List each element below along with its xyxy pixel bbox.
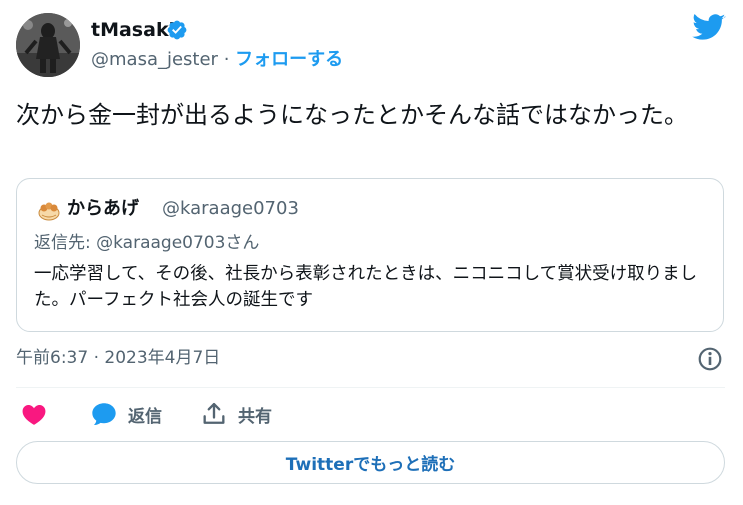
read-more-label: Twitterでもっと読む [285,455,456,475]
tweet-timestamp[interactable]: 午前6:37 · 2023年4月7日 [16,346,220,370]
separator: · [223,49,230,70]
reply-button[interactable]: 返信 [90,400,162,428]
twitter-bird-icon[interactable] [692,14,726,42]
verified-badge-icon [167,20,187,40]
share-button[interactable]: 共有 [200,400,272,428]
speech-bubble-icon [92,403,116,425]
quoted-tweet[interactable]: からあげ @karaage0703 返信先: @karaage0703さん 一応… [16,178,724,332]
reply-label: 返信 [128,406,162,427]
avatar[interactable] [16,13,80,77]
tweet-text: 次から金一封が出るようになったとかそんな話ではなかった。 [16,101,688,129]
heart-icon [22,405,46,425]
share-icon [203,402,225,424]
info-icon[interactable] [697,346,723,372]
quoted-author-name: からあげ [67,198,139,219]
divider [16,387,725,388]
quoted-text: 一応学習して、その後、社長から表彰されたときは、ニコニコして賞状受け取りました。… [34,264,698,310]
quoted-author-handle: @karaage0703 [162,198,299,219]
author-name[interactable]: tMasaki [91,19,175,41]
author-handle-line: @masa_jester · フォローする [91,48,343,72]
profile-photo [16,13,80,77]
share-label: 共有 [238,406,272,427]
karaage-avatar-icon [38,202,60,221]
like-button[interactable] [20,400,48,428]
reply-to-label: 返信先: @karaage0703さん [34,233,260,253]
read-more-button[interactable]: Twitterでもっと読む [16,441,725,484]
author-handle[interactable]: @masa_jester [91,49,218,70]
follow-button[interactable]: フォローする [235,49,343,70]
